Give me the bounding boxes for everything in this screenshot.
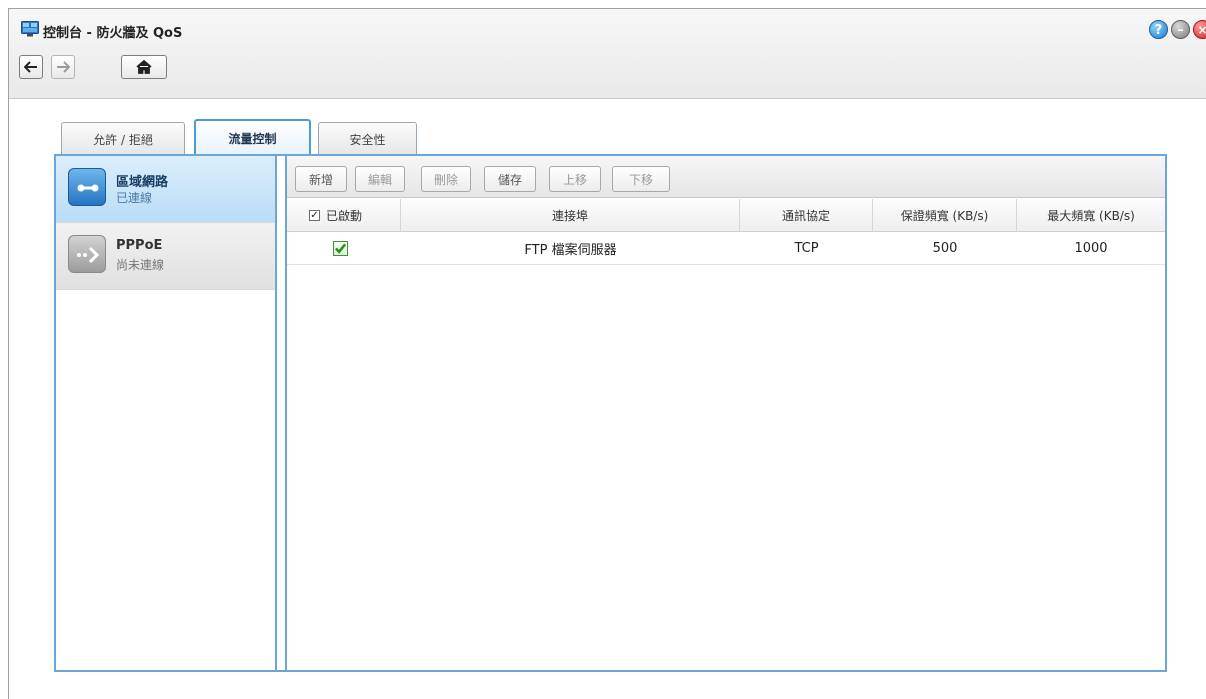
arrow-left-icon xyxy=(24,61,37,73)
close-icon: × xyxy=(1197,23,1206,37)
sidebar-item-lan[interactable]: 區域網路 已連線 xyxy=(56,156,275,223)
tab-security[interactable]: 安全性 xyxy=(318,122,417,155)
control-panel-icon xyxy=(21,21,39,37)
tab-label: 安全性 xyxy=(349,132,386,147)
sidebar-item-title: PPPoE xyxy=(116,238,163,253)
arrow-right-icon xyxy=(57,61,70,73)
add-button[interactable]: 新增 xyxy=(295,166,347,192)
save-button[interactable]: 儲存 xyxy=(484,166,536,192)
pppoe-icon xyxy=(68,235,106,273)
column-header-enabled[interactable]: ✓ 已啟動 xyxy=(287,199,401,232)
tab-allow-deny[interactable]: 允許 / 拒絕 xyxy=(61,122,185,155)
column-label: 已啟動 xyxy=(326,209,363,223)
move-up-button[interactable]: 上移 xyxy=(549,166,601,192)
home-button[interactable] xyxy=(121,55,167,79)
tab-label: 允許 / 拒絕 xyxy=(93,132,153,147)
lan-icon xyxy=(68,168,106,206)
minimize-button[interactable]: – xyxy=(1171,20,1190,39)
sidebar-item-status: 已連線 xyxy=(116,191,153,205)
enabled-checkbox[interactable] xyxy=(333,240,348,256)
qos-window: 控制台 - 防火牆及 QoS ? – × 允許 / 拒絕 流量控制 安全性 區域… xyxy=(8,8,1206,699)
checkmark-icon xyxy=(334,243,347,254)
column-header-maximum[interactable]: 最大頻寬 (KB/s) xyxy=(1017,199,1165,232)
back-button[interactable] xyxy=(19,55,43,79)
minimize-icon: – xyxy=(1177,23,1184,38)
close-button[interactable]: × xyxy=(1193,20,1206,39)
tab-traffic-control[interactable]: 流量控制 xyxy=(194,119,311,155)
help-button[interactable]: ? xyxy=(1149,20,1168,39)
help-icon: ? xyxy=(1154,23,1163,38)
home-icon xyxy=(136,60,152,74)
traffic-control-panel: 區域網路 已連線 PPPoE 尚未連線 新增 編輯 刪除 儲存 上移 下移 ✓ … xyxy=(54,154,1167,672)
column-header-guaranteed[interactable]: 保證頻寬 (KB/s) xyxy=(873,199,1017,232)
table-header: ✓ 已啟動 連接埠 通訊協定 保證頻寬 (KB/s) 最大頻寬 (KB/s) xyxy=(287,199,1165,232)
move-down-button[interactable]: 下移 xyxy=(612,166,670,192)
guaranteed-bandwidth-cell: 500 xyxy=(932,240,958,256)
table-row[interactable]: FTP 檔案伺服器 TCP 500 1000 xyxy=(287,232,1165,265)
title-bar: 控制台 - 防火牆及 QoS ? – × xyxy=(9,9,1206,99)
column-header-protocol[interactable]: 通訊協定 xyxy=(740,199,873,232)
sidebar-item-status: 尚未連線 xyxy=(116,258,165,272)
window-title: 控制台 - 防火牆及 QoS xyxy=(43,26,183,41)
tab-label: 流量控制 xyxy=(228,131,277,146)
edit-button[interactable]: 編輯 xyxy=(355,166,405,192)
rules-content: 新增 編輯 刪除 儲存 上移 下移 ✓ 已啟動 連接埠 通訊協定 保證頻寬 (K… xyxy=(285,156,1165,670)
select-all-checkbox[interactable]: ✓ xyxy=(309,210,320,221)
sidebar-item-title: 區域網路 xyxy=(116,175,169,190)
delete-button[interactable]: 刪除 xyxy=(421,166,471,192)
maximum-bandwidth-cell: 1000 xyxy=(1074,240,1108,256)
sidebar-item-pppoe[interactable]: PPPoE 尚未連線 xyxy=(56,223,275,290)
toolbar: 新增 編輯 刪除 儲存 上移 下移 xyxy=(287,156,1165,198)
interface-sidebar: 區域網路 已連線 PPPoE 尚未連線 xyxy=(56,156,277,670)
port-cell: FTP 檔案伺服器 xyxy=(524,242,617,258)
protocol-cell: TCP xyxy=(794,240,819,256)
forward-button[interactable] xyxy=(51,55,75,79)
enabled-cell xyxy=(287,232,401,264)
column-header-port[interactable]: 連接埠 xyxy=(401,199,740,232)
